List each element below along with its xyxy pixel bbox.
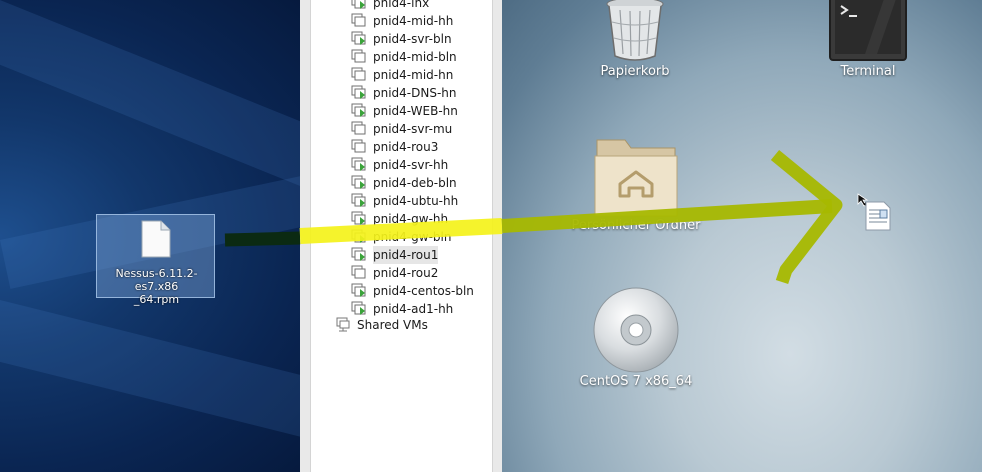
vm-list-item[interactable]: pnid4-rou3 [351,138,501,156]
vm-stopped-icon [351,139,366,153]
vm-running-icon [351,31,366,45]
desktop-file-nessus[interactable]: Nessus-6.11.2-es7.x86 _64.rpm [96,214,215,306]
vm-label: pnid4-svr-mu [373,122,453,136]
trash-icon [606,0,664,61]
vm-label: pnid4-gw-hh [373,212,449,226]
document-icon [141,220,171,258]
vm-running-icon [351,157,366,171]
vm-list-item[interactable]: pnid4-gw-bln [351,228,501,246]
centos-disc-label: CentOS 7 x86_64 [579,374,693,389]
vm-list-item[interactable]: pnid4-mid-hn [351,66,501,84]
vm-label: pnid4-rou2 [373,266,439,280]
vm-list-item[interactable]: pnid4-lnx [351,0,501,12]
shared-vms-icon [336,317,350,332]
vm-label: pnid4-WEB-hn [373,104,458,118]
vm-label: pnid4-svr-hh [373,158,449,172]
centos-desktop: Papierkorb Terminal Persönlicher Ordner [502,0,982,472]
vm-label: pnid4-rou1 [373,246,439,264]
desktop-file-name: Nessus-6.11.2-es7.x86 _64.rpm [97,267,216,306]
vm-label: pnid4-lnx [373,0,430,10]
vm-stopped-icon [351,265,366,279]
shared-vms-label: Shared VMs [357,318,428,332]
vm-running-icon [351,85,366,99]
vm-running-icon [351,301,366,315]
vm-label: pnid4-DNS-hn [373,86,457,100]
home-folder-desktop-icon[interactable]: Persönlicher Ordner [564,134,708,233]
vm-label: pnid4-svr-bln [373,32,452,46]
vm-label: pnid4-mid-hn [373,68,454,82]
vm-list-item[interactable]: pnid4-gw-hh [351,210,501,228]
terminal-label: Terminal [840,64,896,79]
terminal-icon [829,0,907,61]
vm-list-item[interactable]: pnid4-rou2 [351,264,501,282]
vm-list-item[interactable]: pnid4-DNS-hn [351,84,501,102]
vm-list-item[interactable]: pnid4-mid-bln [351,48,501,66]
vm-list-item[interactable]: pnid4-WEB-hn [351,102,501,120]
vm-stopped-icon [351,49,366,63]
home-folder-label: Persönlicher Ordner [571,218,701,233]
vm-label: pnid4-gw-bln [373,230,452,244]
shared-vms-item[interactable]: Shared VMs [335,316,485,334]
vm-list-item[interactable]: pnid4-deb-bln [351,174,501,192]
vm-list-item[interactable]: pnid4-centos-bln [351,282,501,300]
vm-label: pnid4-mid-hh [373,14,454,28]
vm-list-item[interactable]: pnid4-rou1 [351,246,501,264]
vm-list-item[interactable]: pnid4-svr-mu [351,120,501,138]
vm-list-item[interactable]: pnid4-ubtu-hh [351,192,501,210]
vm-label: pnid4-deb-bln [373,176,457,190]
vm-running-icon [351,175,366,189]
vm-list-item[interactable]: pnid4-svr-hh [351,156,501,174]
vm-running-icon [351,211,366,225]
vm-label: pnid4-rou3 [373,140,439,154]
file-name-line1: Nessus-6.11.2-es7.x86 [115,267,198,293]
file-name-line2: _64.rpm [133,293,180,306]
dvd-icon [593,287,679,373]
vm-running-icon [351,247,366,261]
terminal-desktop-icon[interactable]: Terminal [820,0,916,79]
vm-stopped-icon [351,67,366,81]
vm-running-icon [351,229,366,243]
windows-desktop: Nessus-6.11.2-es7.x86 _64.rpm [0,0,422,472]
trash-desktop-icon[interactable]: Papierkorb [590,0,680,79]
vm-list-item[interactable]: pnid4-svr-bln [351,30,501,48]
vm-list-item[interactable]: pnid4-mid-hh [351,12,501,30]
vm-library-panel: pnid4-lnx pnid4-mid-hh pnid4-svr-bln pnid4-… [300,0,502,472]
vm-running-icon [351,193,366,207]
trash-label: Papierkorb [600,64,670,79]
vm-running-icon [351,0,366,9]
drag-copy-cursor-icon [857,193,891,231]
vm-label: pnid4-centos-bln [373,284,474,298]
vm-label: pnid4-mid-bln [373,50,457,64]
vm-stopped-icon [351,121,366,135]
vm-library-list[interactable]: pnid4-lnx pnid4-mid-hh pnid4-svr-bln pnid4-… [310,0,493,472]
vm-running-icon [351,283,366,297]
home-folder-icon [594,139,678,217]
centos-disc-desktop-icon[interactable]: CentOS 7 x86_64 [562,286,710,389]
vm-label: pnid4-ubtu-hh [373,194,459,208]
vm-running-icon [351,103,366,117]
vm-stopped-icon [351,13,366,27]
